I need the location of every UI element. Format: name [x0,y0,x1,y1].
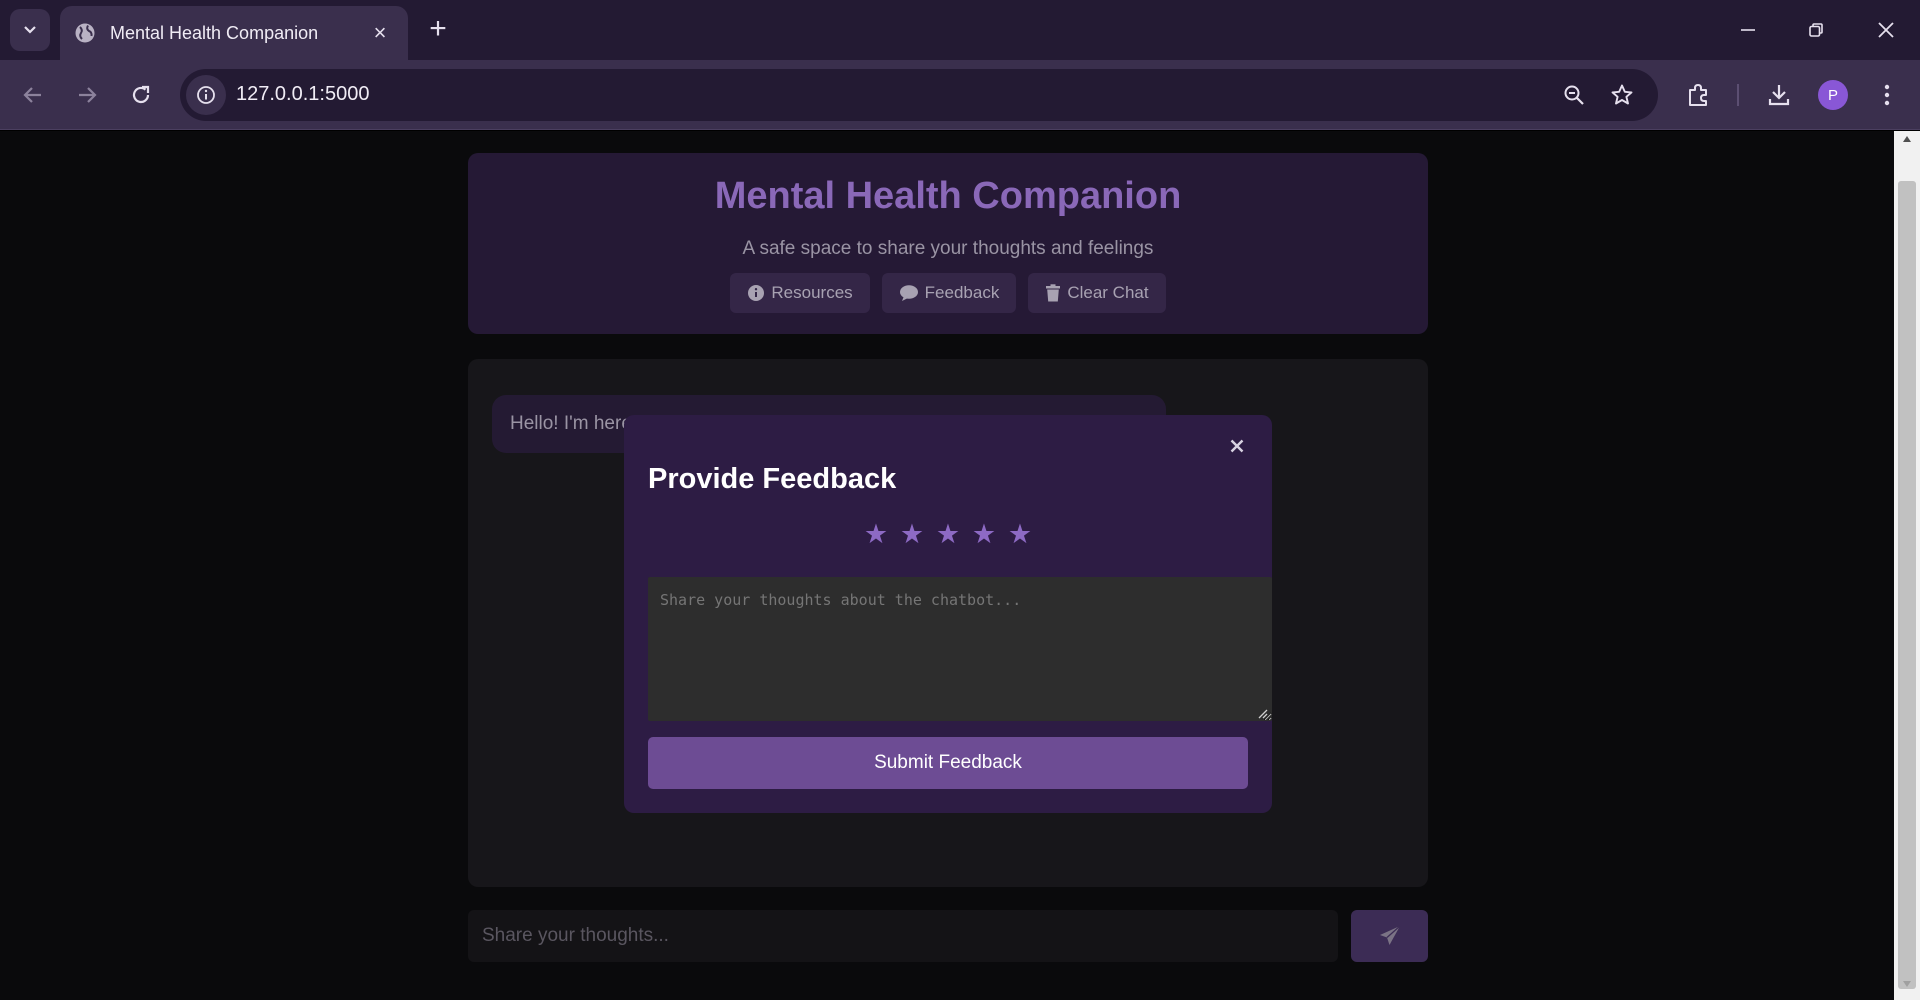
arrow-right-icon [79,87,97,103]
feedback-modal: Provide Feedback ★ ★ ★ ★ ★ Submit Feedba… [624,415,1272,813]
paper-plane-icon [1379,925,1400,945]
page-subtitle: A safe space to share your thoughts and … [742,238,1154,259]
feedback-button[interactable]: Feedback [881,273,1017,313]
page-scrollbar[interactable] [1894,131,1920,1000]
reload-button[interactable] [118,72,164,118]
feedback-textarea[interactable] [648,577,1272,721]
minimize-icon [1741,29,1755,31]
chat-input[interactable]: Share your thoughts... [468,910,1338,962]
toolbar-separator [1737,84,1739,106]
zoom-out-icon [1564,85,1584,105]
star-icon-4[interactable]: ★ [971,521,997,548]
downloads-button[interactable] [1760,76,1798,114]
address-bar[interactable]: 127.0.0.1:5000 [180,69,1658,121]
back-button[interactable] [10,72,56,118]
page-title: Mental Health Companion [714,175,1182,217]
star-outline-icon [1611,84,1633,105]
star-rating: ★ ★ ★ ★ ★ [624,521,1272,548]
browser-tab[interactable]: Mental Health Companion × [60,6,408,60]
star-icon-5[interactable]: ★ [1007,521,1033,548]
chat-input-row: Share your thoughts... [468,910,1428,962]
scroll-down-arrow-icon[interactable] [1894,980,1920,998]
close-icon [1878,22,1894,38]
minimize-button[interactable] [1720,10,1776,50]
send-button[interactable] [1351,910,1428,962]
tab-close-icon[interactable]: × [366,20,394,46]
browser-toolbar: 127.0.0.1:5000 [0,60,1920,130]
restore-button[interactable] [1788,10,1844,50]
page-viewport: Mental Health Companion A safe space to … [0,131,1894,1000]
zoom-button[interactable] [1558,79,1590,111]
modal-title: Provide Feedback [648,463,897,495]
close-icon [1230,439,1244,453]
reload-icon [132,85,150,104]
chevron-down-icon [24,26,36,34]
star-icon-1[interactable]: ★ [863,521,889,548]
feedback-label: Feedback [924,283,1000,302]
resources-label: Resources [771,283,853,302]
tab-search-button[interactable] [10,9,50,51]
new-tab-button[interactable]: + [420,12,456,48]
app-header: Mental Health Companion A safe space to … [468,153,1428,334]
profile-avatar[interactable]: P [1818,80,1848,110]
resources-button[interactable]: Resources [730,273,870,313]
scroll-thumb[interactable] [1898,181,1916,989]
info-icon [197,86,215,104]
more-vertical-icon [1884,84,1890,106]
submit-feedback-button[interactable]: Submit Feedback [648,737,1248,789]
clear-chat-label: Clear Chat [1067,283,1149,302]
tab-title: Mental Health Companion [110,22,319,43]
forward-button[interactable] [64,72,110,118]
trash-icon [1046,284,1061,302]
restore-icon [1809,23,1823,37]
scroll-up-arrow-icon[interactable] [1894,135,1920,153]
header-actions: Resources Feedback Clear Chat [468,273,1428,313]
extensions-button[interactable] [1680,76,1718,114]
star-icon-2[interactable]: ★ [899,521,925,548]
bookmark-button[interactable] [1606,79,1638,111]
browser-tab-bar: Mental Health Companion × + [0,0,1920,60]
download-icon [1768,85,1790,106]
browser-menu-button[interactable] [1868,76,1906,114]
site-info-button[interactable] [186,75,226,115]
info-circle-icon [748,285,765,301]
close-window-button[interactable] [1858,10,1914,50]
modal-close-button[interactable] [1224,433,1250,459]
puzzle-icon [1689,84,1707,106]
comment-icon [899,285,918,301]
globe-icon [75,23,95,43]
url-text: 127.0.0.1:5000 [236,83,370,105]
star-icon-3[interactable]: ★ [935,521,961,548]
resize-grip-icon[interactable] [1256,707,1268,719]
arrow-left-icon [23,87,41,103]
clear-chat-button[interactable]: Clear Chat [1028,273,1166,313]
